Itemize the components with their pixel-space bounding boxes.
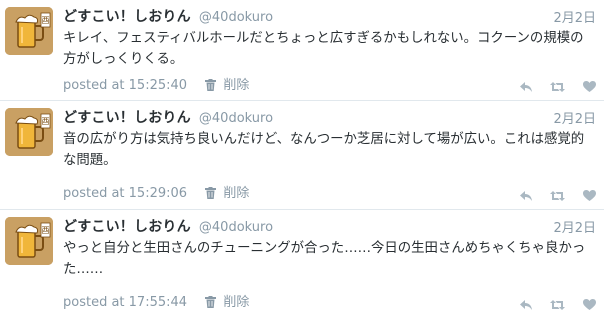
- tweet-text: 音の広がり方は気持ち良いんだけど、なんつーか芝居に対して場が広い。これは感覚的な…: [63, 132, 585, 168]
- user-handle[interactable]: @40dokuro: [199, 111, 273, 126]
- reply-icon[interactable]: [519, 299, 532, 310]
- trash-icon[interactable]: [205, 79, 217, 95]
- heart-icon[interactable]: [583, 190, 596, 201]
- svg-text:酉: 酉: [42, 226, 50, 235]
- tweet-text: やっと自分と生田さんのチューニングが合った……今日の生田さんめちゃくちゃ良かった…: [63, 241, 586, 277]
- user-handle[interactable]: @40dokuro: [199, 10, 273, 25]
- tweet-date[interactable]: 2月2日: [553, 7, 596, 26]
- retweet-icon[interactable]: [549, 81, 565, 92]
- user-fullname[interactable]: どすこい！しおりん: [63, 219, 191, 235]
- reply-icon[interactable]: [519, 81, 532, 92]
- tweet-actions: [507, 294, 596, 310]
- reply-icon[interactable]: [519, 190, 532, 201]
- tweet-meta: posted at 15:25:40 削除: [63, 74, 249, 95]
- user-fullname[interactable]: どすこい！しおりん: [63, 110, 191, 126]
- tweet-feed: 酉 どすこい！しおりん @40dokuro 2月2日 キレイ、フェスティバルホー…: [0, 0, 604, 314]
- tweet-header: どすこい！しおりん @40dokuro 2月2日: [63, 6, 596, 28]
- svg-text:酉: 酉: [42, 16, 50, 25]
- user-fullname[interactable]: どすこい！しおりん: [63, 9, 191, 25]
- svg-text:酉: 酉: [42, 117, 50, 126]
- delete-link[interactable]: 削除: [223, 78, 249, 93]
- avatar[interactable]: 酉: [5, 217, 53, 265]
- tweet-header: どすこい！しおりん @40dokuro 2月2日: [63, 216, 596, 238]
- retweet-icon[interactable]: [549, 190, 565, 201]
- avatar[interactable]: 酉: [5, 7, 53, 55]
- user-handle[interactable]: @40dokuro: [199, 220, 273, 235]
- tweet-text: キレイ、フェスティバルホールだとちょっと広すぎるかもしれない。コクーンの規模の方…: [63, 31, 584, 67]
- beer-mug-icon: 酉: [5, 7, 53, 55]
- heart-icon[interactable]: [583, 299, 596, 310]
- posted-time[interactable]: posted at 15:25:40: [63, 78, 187, 93]
- trash-icon[interactable]: [205, 296, 217, 312]
- tweet-date[interactable]: 2月2日: [553, 217, 596, 236]
- trash-icon[interactable]: [205, 187, 217, 203]
- heart-icon[interactable]: [583, 81, 596, 92]
- tweet-item: 酉 どすこい！しおりん @40dokuro 2月2日 音の広がり方は気持ち良いん…: [0, 101, 604, 210]
- tweet-actions: [507, 76, 596, 92]
- tweet-date[interactable]: 2月2日: [553, 108, 596, 127]
- tweet-item: 酉 どすこい！しおりん @40dokuro 2月2日 キレイ、フェスティバルホー…: [0, 0, 604, 101]
- posted-time[interactable]: posted at 17:55:44: [63, 295, 187, 310]
- tweet-meta: posted at 17:55:44 削除: [63, 291, 249, 312]
- tweet-actions: [507, 185, 596, 201]
- tweet-item: 酉 どすこい！しおりん @40dokuro 2月2日 やっと自分と生田さんのチュ…: [0, 210, 604, 314]
- delete-link[interactable]: 削除: [223, 295, 249, 310]
- posted-time[interactable]: posted at 15:29:06: [63, 186, 187, 201]
- avatar[interactable]: 酉: [5, 108, 53, 156]
- retweet-icon[interactable]: [549, 299, 565, 310]
- beer-mug-icon: 酉: [5, 108, 53, 156]
- tweet-header: どすこい！しおりん @40dokuro 2月2日: [63, 107, 596, 129]
- beer-mug-icon: 酉: [5, 217, 53, 265]
- tweet-meta: posted at 15:29:06 削除: [63, 182, 249, 203]
- delete-link[interactable]: 削除: [223, 186, 249, 201]
